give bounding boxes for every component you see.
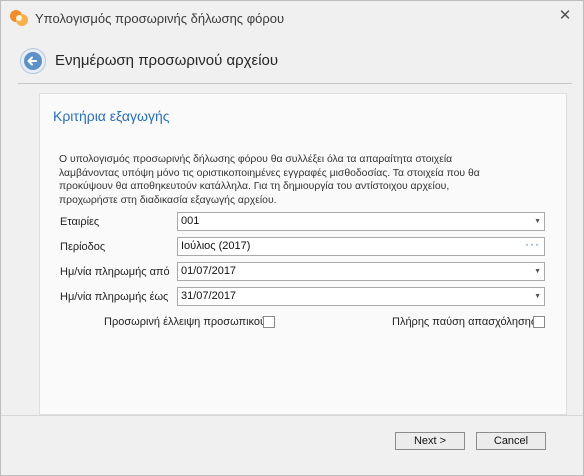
period-field[interactable]: Ιούλιος (2017) ··· xyxy=(177,237,545,256)
description-text: Ο υπολογισμός προσωρινής δήλωσης φόρου θ… xyxy=(59,153,559,207)
payment-from-label: Ημ/νία πληρωμής από xyxy=(60,266,170,278)
app-logo-icon xyxy=(9,9,29,27)
back-button[interactable] xyxy=(20,48,46,74)
back-arrow-icon xyxy=(24,52,42,70)
temp-staff-shortage-label: Προσωρινή έλλειψη προσωπικού xyxy=(104,316,267,328)
payment-to-date[interactable]: 31/07/2017 ▼ xyxy=(177,287,545,306)
title-bar: Υπολογισμός προσωρινής δήλωσης φόρου ✕ xyxy=(1,1,583,35)
window-title: Υπολογισμός προσωρινής δήλωσης φόρου xyxy=(35,11,285,26)
description-line: Ο υπολογισμός προσωρινής δήλωσης φόρου θ… xyxy=(59,154,453,165)
chevron-down-icon[interactable]: ▼ xyxy=(534,213,541,230)
cancel-button[interactable]: Cancel xyxy=(476,432,546,450)
payment-to-label: Ημ/νία πληρωμής έως xyxy=(60,291,169,303)
period-value: Ιούλιος (2017) xyxy=(181,240,251,252)
header-divider xyxy=(18,83,572,84)
description-line: προχωρήστε στη διαδικασία εξαγωγής αρχεί… xyxy=(59,194,277,206)
dialog-window: Υπολογισμός προσωρινής δήλωσης φόρου ✕ Ε… xyxy=(0,0,584,476)
full-termination-checkbox[interactable] xyxy=(533,316,545,328)
next-button[interactable]: Next > xyxy=(395,432,465,450)
close-icon[interactable]: ✕ xyxy=(555,7,575,25)
description-line: λαμβάνοντας υπόψη μόνο τις οριστικοποιημ… xyxy=(59,167,480,179)
description-line: προκύψουν θα αποθηκευτούν κατάλληλα. Για… xyxy=(59,181,450,192)
wizard-header: Ενημέρωση προσωρινού αρχείου xyxy=(1,35,583,85)
temp-staff-shortage-checkbox[interactable] xyxy=(263,316,275,328)
page-title: Ενημέρωση προσωρινού αρχείου xyxy=(55,52,279,69)
companies-label: Εταιρίες xyxy=(60,216,100,228)
section-title: Κριτήρια εξαγωγής xyxy=(53,108,170,124)
companies-value: 001 xyxy=(181,215,200,227)
payment-from-date[interactable]: 01/07/2017 ▼ xyxy=(177,262,545,281)
chevron-down-icon[interactable]: ▼ xyxy=(534,288,541,305)
companies-select[interactable]: 001 ▼ xyxy=(177,212,545,231)
period-label: Περίοδος xyxy=(60,241,106,253)
full-termination-label: Πλήρης παύση απασχόλησης xyxy=(392,316,537,328)
chevron-down-icon[interactable]: ▼ xyxy=(534,263,541,280)
payment-from-value: 01/07/2017 xyxy=(181,265,237,277)
criteria-panel: Κριτήρια εξαγωγής Ο υπολογισμός προσωριν… xyxy=(39,93,567,415)
footer-divider xyxy=(1,415,583,416)
payment-to-value: 31/07/2017 xyxy=(181,290,237,302)
ellipsis-icon[interactable]: ··· xyxy=(525,236,540,253)
